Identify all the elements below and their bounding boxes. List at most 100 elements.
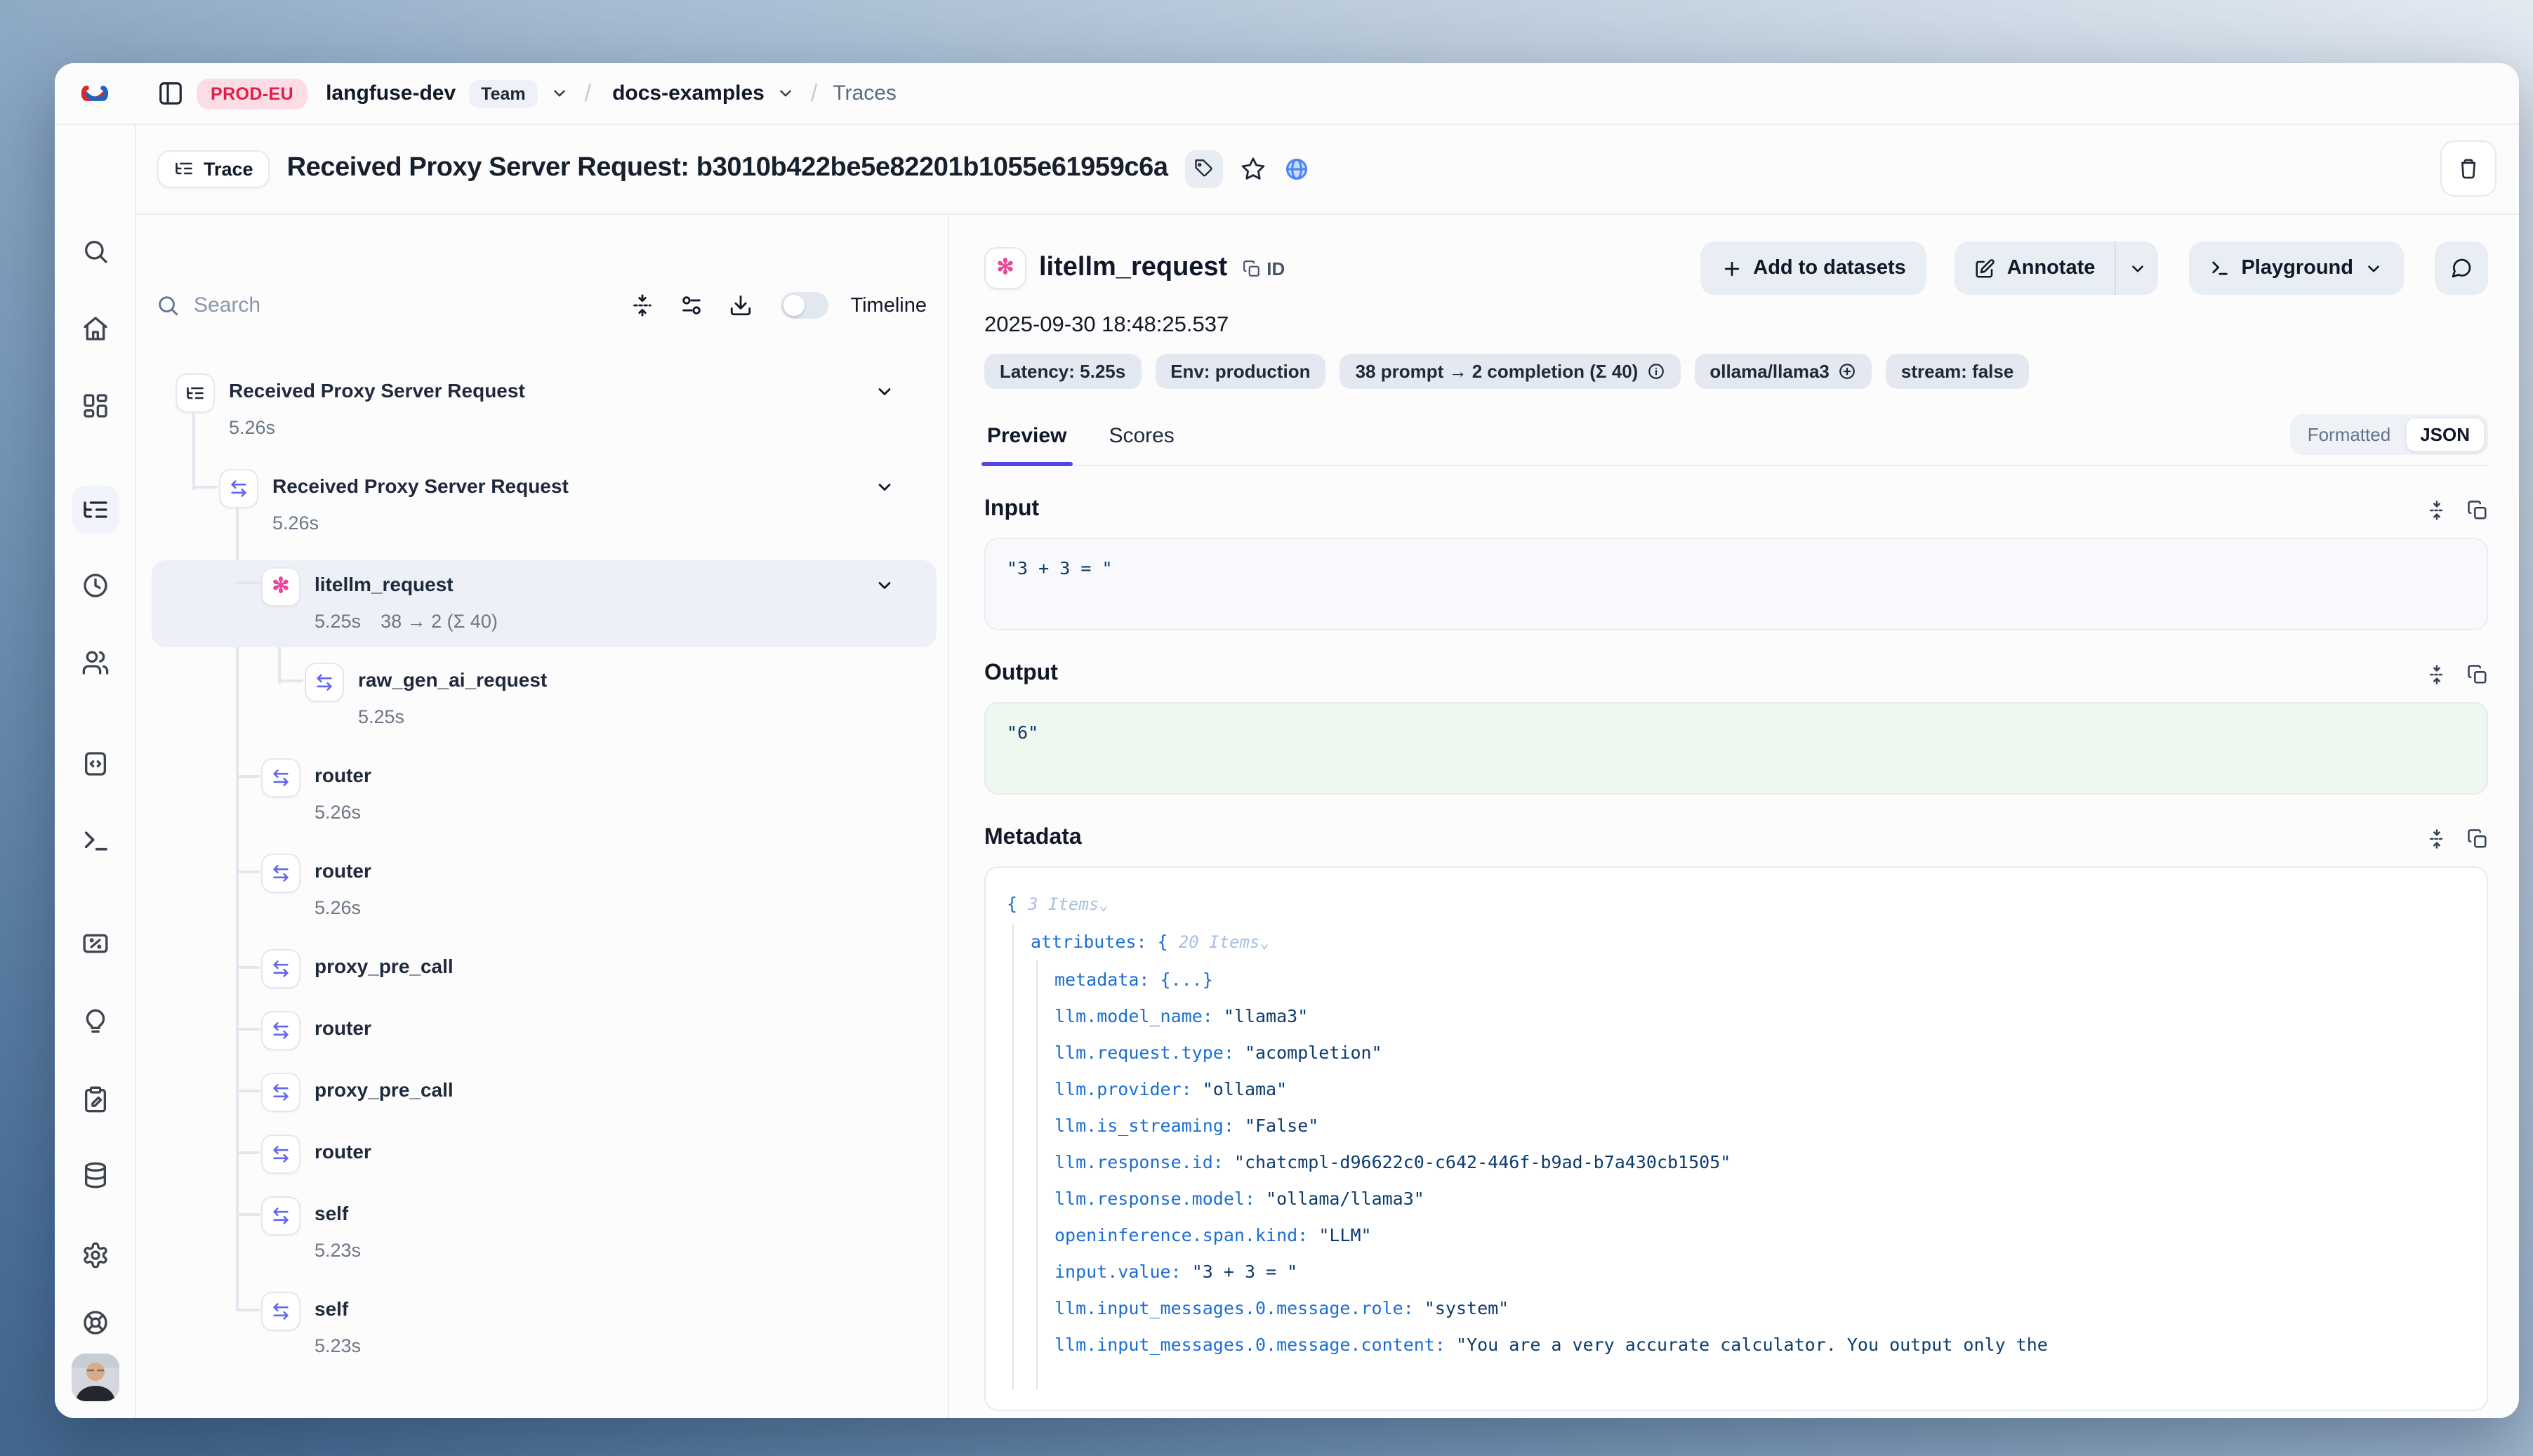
- generation-icon: [984, 247, 1026, 289]
- copy-icon[interactable]: [2467, 663, 2488, 684]
- plus-circle-icon: [1838, 362, 1856, 380]
- terminal-icon: [2210, 258, 2230, 278]
- output-content: "6": [984, 702, 2488, 795]
- collapse-all-icon[interactable]: [630, 293, 654, 317]
- users-icon[interactable]: [81, 649, 109, 677]
- project-name[interactable]: docs-examples: [612, 81, 765, 105]
- chevron-down-icon[interactable]: [875, 477, 894, 497]
- tree-search-row: Timeline: [135, 274, 948, 337]
- tree-row-label: Received Proxy Server Request: [272, 465, 569, 508]
- badges-row: Latency: 5.25s Env: production 38 prompt…: [984, 354, 2488, 389]
- star-icon[interactable]: [1240, 155, 1266, 182]
- sidebar-toggle-icon[interactable]: [157, 80, 184, 107]
- tree-row-span[interactable]: router: [152, 1130, 937, 1175]
- trace-titlebar: Trace Received Proxy Server Request: b30…: [135, 124, 2519, 215]
- home-icon[interactable]: [81, 315, 109, 343]
- user-avatar[interactable]: [71, 1354, 119, 1401]
- observation-header: litellm_request ID Add to datasets: [984, 241, 2488, 295]
- tree-row-litellm-selected[interactable]: litellm_request 5.25s 38 → 2 (Σ 40): [152, 560, 937, 647]
- tree-row-span[interactable]: self 5.23s: [152, 1192, 937, 1271]
- annotate-dropdown-chevron[interactable]: [2115, 241, 2158, 295]
- copy-icon[interactable]: [2467, 499, 2488, 520]
- collapse-caret-icon[interactable]: [1259, 934, 1269, 952]
- tokens-badge[interactable]: 38 prompt → 2 completion (Σ 40): [1340, 354, 1681, 389]
- sessions-clock-icon[interactable]: [81, 571, 109, 600]
- timeline-label: Timeline: [850, 294, 927, 317]
- org-switcher-chevron-icon[interactable]: [551, 84, 569, 102]
- annotate-button[interactable]: Annotate: [1955, 241, 2115, 295]
- evaluation-percent-icon[interactable]: [81, 929, 109, 958]
- project-switcher-chevron-icon[interactable]: [777, 84, 795, 102]
- comments-button[interactable]: [2435, 241, 2488, 295]
- org-logo[interactable]: [55, 63, 135, 124]
- download-icon[interactable]: [728, 293, 752, 317]
- metadata-label: Metadata: [984, 826, 1082, 851]
- collapse-caret-icon[interactable]: [1099, 896, 1108, 914]
- tree-row-span[interactable]: proxy_pre_call: [152, 1068, 937, 1113]
- playground-button[interactable]: Playground: [2189, 241, 2404, 295]
- trace-type-chip: Trace: [157, 150, 270, 187]
- model-badge[interactable]: ollama/llama3: [1694, 354, 1872, 389]
- json-line[interactable]: attributes: { 20 Items: [1031, 924, 2466, 962]
- add-to-datasets-button[interactable]: Add to datasets: [1700, 241, 1927, 295]
- tree-row-trace-root[interactable]: Received Proxy Server Request 5.26s: [152, 369, 937, 448]
- search-nav-icon[interactable]: [81, 237, 109, 265]
- chevron-down-icon[interactable]: [875, 576, 894, 595]
- breadcrumb: PROD-EU langfuse-dev Team docs-examples …: [135, 63, 2519, 124]
- info-icon: [1646, 362, 1665, 380]
- tree-row-span[interactable]: raw_gen_ai_request 5.25s: [152, 658, 937, 737]
- tracing-nav-active[interactable]: [71, 486, 119, 534]
- playground-terminal-icon[interactable]: [81, 827, 109, 855]
- section-label[interactable]: Traces: [833, 81, 897, 105]
- public-globe-icon[interactable]: [1283, 155, 1310, 182]
- org-name[interactable]: langfuse-dev: [326, 81, 456, 105]
- input-section-header: Input: [984, 497, 2488, 522]
- tree-row-span[interactable]: self 5.23s: [152, 1288, 937, 1366]
- app-window: PROD-EU langfuse-dev Team docs-examples …: [55, 63, 2519, 1418]
- delete-trace-button[interactable]: [2440, 140, 2496, 197]
- format-toggle: Formatted JSON: [2291, 414, 2488, 455]
- tree-row-span[interactable]: router: [152, 1007, 937, 1052]
- timeline-toggle[interactable]: [780, 292, 828, 319]
- span-arrows-icon: [261, 854, 300, 893]
- collapse-section-icon[interactable]: [2426, 828, 2447, 849]
- support-lifebuoy-icon[interactable]: [81, 1309, 109, 1337]
- tree-row-span[interactable]: Received Proxy Server Request 5.26s: [152, 465, 937, 543]
- tab-scores[interactable]: Scores: [1106, 415, 1177, 464]
- copy-icon[interactable]: [2467, 828, 2488, 849]
- settings-gear-icon[interactable]: [81, 1241, 109, 1269]
- knot-logo-icon: [79, 77, 111, 110]
- json-root-line[interactable]: { 3 Items: [1007, 886, 2466, 924]
- tag-icon[interactable]: [1185, 150, 1223, 187]
- json-indent-guide: [1036, 960, 1038, 1390]
- playground-label: Playground: [2241, 257, 2353, 279]
- observation-name: litellm_request: [1039, 253, 1227, 284]
- collapse-section-icon[interactable]: [2426, 499, 2447, 520]
- dashboard-icon[interactable]: [81, 392, 109, 420]
- lightbulb-icon[interactable]: [81, 1008, 109, 1036]
- list-tree-icon: [176, 373, 215, 413]
- output-section-header: Output: [984, 661, 2488, 687]
- tree-row-label: raw_gen_ai_request: [358, 658, 547, 702]
- copy-id-button[interactable]: ID: [1243, 258, 1285, 279]
- tree-settings-icon[interactable]: [679, 293, 703, 317]
- datasets-database-icon[interactable]: [81, 1161, 109, 1189]
- prompts-file-code-icon[interactable]: [81, 750, 109, 778]
- search-icon: [156, 293, 180, 317]
- tree-row-span[interactable]: proxy_pre_call: [152, 945, 937, 990]
- tab-preview[interactable]: Preview: [984, 415, 1069, 464]
- chevron-down-icon[interactable]: [875, 382, 894, 402]
- format-json-option[interactable]: JSON: [2405, 417, 2485, 452]
- id-chip-label: ID: [1266, 258, 1285, 279]
- span-arrows-icon: [261, 1292, 300, 1331]
- search-input[interactable]: [191, 292, 604, 319]
- tree-row-duration: 5.26s: [315, 798, 361, 828]
- json-line[interactable]: metadata: {...}: [1054, 962, 2466, 998]
- tree-row-span[interactable]: router 5.26s: [152, 849, 937, 928]
- json-indent-guide: [1012, 924, 1014, 1390]
- tree-row-span[interactable]: router 5.26s: [152, 754, 937, 833]
- collapse-section-icon[interactable]: [2426, 663, 2447, 684]
- tree-row-tokens: 38 → 2 (Σ 40): [381, 607, 498, 637]
- format-formatted-option[interactable]: Formatted: [2294, 418, 2405, 451]
- annotation-clipboard-pen-icon[interactable]: [81, 1085, 109, 1113]
